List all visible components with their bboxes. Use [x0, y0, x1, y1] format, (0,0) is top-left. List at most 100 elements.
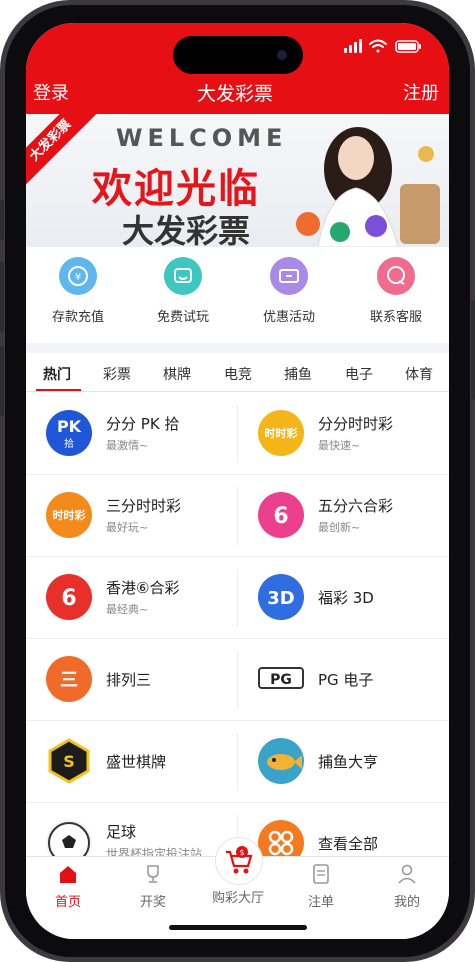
game-item[interactable]: S 盛世棋牌	[26, 721, 237, 803]
tab-electronic[interactable]: 电子	[345, 364, 373, 384]
game-title: 五分六合彩	[318, 497, 394, 515]
game-subtitle: 最激情~	[106, 439, 149, 452]
tab-esports[interactable]: 电竞	[224, 364, 252, 384]
quick-label: 优惠活动	[262, 310, 315, 325]
game-title: 排列三	[106, 671, 152, 689]
phone-frame: 登录 大发彩票 注册 大发彩票 WELCOME 欢迎光临 大发彩票 ¥ 存款充值…	[0, 0, 475, 962]
game-title: 香港⑥合彩	[106, 579, 180, 597]
tab-label: 我的	[393, 895, 420, 910]
home-indicator	[169, 925, 307, 930]
tab-sports[interactable]: 体育	[405, 364, 433, 384]
tab-label: 注单	[307, 895, 334, 910]
game-item[interactable]: 时时彩 分分时时彩 最快速~	[238, 393, 449, 475]
tab-results[interactable]: 开奖	[118, 863, 188, 910]
svg-text:$: $	[239, 848, 244, 857]
game-title: PG 电子	[318, 671, 374, 689]
service-icon	[377, 257, 415, 295]
quick-promo[interactable]: 优惠活动	[249, 257, 329, 325]
tab-profile[interactable]: 我的	[372, 863, 442, 910]
game-title: 足球	[106, 823, 137, 841]
quick-label: 免费试玩	[156, 310, 209, 325]
promo-icon	[270, 257, 308, 295]
quick-label: 联系客服	[369, 310, 422, 325]
svg-text:时时彩: 时时彩	[53, 508, 86, 522]
svg-text:拾: 拾	[64, 437, 74, 450]
status-icons	[344, 39, 421, 53]
game-item[interactable]: 6 五分六合彩 最创新~	[238, 475, 449, 557]
game-title: 分分 PK 拾	[106, 415, 180, 433]
game-item[interactable]: 3D 福彩 3D	[238, 557, 449, 639]
game-item[interactable]: 三 排列三	[26, 639, 237, 721]
quick-service[interactable]: 联系客服	[356, 257, 436, 325]
section-divider	[26, 343, 449, 353]
game-subtitle: 最创新~	[318, 521, 361, 534]
tab-active-indicator	[36, 389, 81, 391]
banner-welcome: WELCOME	[116, 124, 288, 152]
quick-actions: ¥ 存款充值 免费试玩 优惠活动 联系客服	[26, 257, 449, 331]
game-subtitle: 最经典~	[106, 603, 149, 616]
power-button	[471, 300, 475, 400]
action-button	[0, 200, 4, 240]
game-title: 分分时时彩	[318, 415, 394, 433]
app-screen: 登录 大发彩票 注册 大发彩票 WELCOME 欢迎光临 大发彩票 ¥ 存款充值…	[26, 23, 449, 939]
svg-text:6: 6	[61, 586, 76, 611]
game-item[interactable]: PG PG 电子	[238, 639, 449, 721]
col-divider	[237, 405, 238, 463]
game-title: 捕鱼大亨	[318, 753, 379, 771]
svg-text:S: S	[63, 752, 75, 771]
camera-dot	[277, 50, 287, 60]
register-link[interactable]: 注册	[403, 79, 439, 105]
battery-icon	[395, 40, 421, 53]
tab-label: 购彩大厅	[211, 891, 264, 906]
pg-logo-icon: PG	[258, 667, 304, 689]
col-divider	[237, 569, 238, 627]
game-subtitle: 最好玩~	[106, 521, 149, 534]
chess-logo-icon: S	[46, 738, 92, 784]
banner-subtitle: 大发彩票	[122, 212, 251, 247]
quick-deposit[interactable]: ¥ 存款充值	[38, 257, 118, 325]
svg-text:时时彩: 时时彩	[265, 426, 298, 440]
game-title: 福彩 3D	[318, 589, 374, 607]
tab-orders[interactable]: 注单	[286, 863, 356, 910]
banner-ribbon: 大发彩票	[26, 114, 100, 190]
quick-trial[interactable]: 免费试玩	[143, 257, 223, 325]
game-subtitle: 最快速~	[318, 439, 361, 452]
mark-six-icon: 6	[258, 492, 304, 538]
fishing-icon	[258, 738, 304, 784]
profile-icon	[398, 864, 416, 884]
tab-lottery[interactable]: 彩票	[103, 364, 131, 384]
svg-text:6: 6	[273, 504, 288, 529]
game-item[interactable]: 6 香港⑥合彩 最经典~	[26, 557, 237, 639]
game-item[interactable]: 时时彩 三分时时彩 最好玩~	[26, 475, 237, 557]
trophy-icon	[147, 865, 159, 883]
tab-hot[interactable]: 热门	[43, 364, 71, 384]
tab-label: 开奖	[139, 895, 166, 910]
promo-banner[interactable]: 大发彩票 WELCOME 欢迎光临 大发彩票	[26, 114, 449, 247]
game-title: 查看全部	[318, 835, 379, 853]
svg-text:3D: 3D	[267, 588, 294, 609]
pl3-icon: 三	[46, 656, 92, 702]
home-icon	[60, 866, 76, 883]
ssc-icon: 时时彩	[46, 492, 92, 538]
tab-lobby[interactable]: $ 购彩大厅	[198, 837, 278, 906]
fc3d-icon: 3D	[258, 574, 304, 620]
game-title: 盛世棋牌	[106, 753, 167, 771]
cart-icon: $	[215, 837, 263, 885]
banner-illustration	[296, 127, 440, 247]
order-icon	[313, 864, 329, 884]
game-item[interactable]: 捕鱼大亨	[238, 721, 449, 803]
login-link[interactable]: 登录	[33, 79, 69, 105]
tab-label: 首页	[54, 895, 81, 910]
tab-chess[interactable]: 棋牌	[163, 364, 191, 384]
game-title: 三分时时彩	[106, 497, 182, 515]
tab-home[interactable]: 首页	[33, 863, 103, 910]
deposit-icon: ¥	[59, 257, 97, 295]
svg-text:三: 三	[60, 670, 78, 691]
wifi-icon	[369, 39, 387, 53]
svg-text:PK: PK	[57, 417, 82, 436]
tab-fishing[interactable]: 捕鱼	[284, 364, 312, 384]
game-item[interactable]: PK 拾 分分 PK 拾 最激情~	[26, 393, 237, 475]
pk10-icon: PK 拾	[46, 410, 92, 456]
hk-mark-six-icon: 6	[46, 574, 92, 620]
page-title: 大发彩票	[197, 83, 274, 105]
